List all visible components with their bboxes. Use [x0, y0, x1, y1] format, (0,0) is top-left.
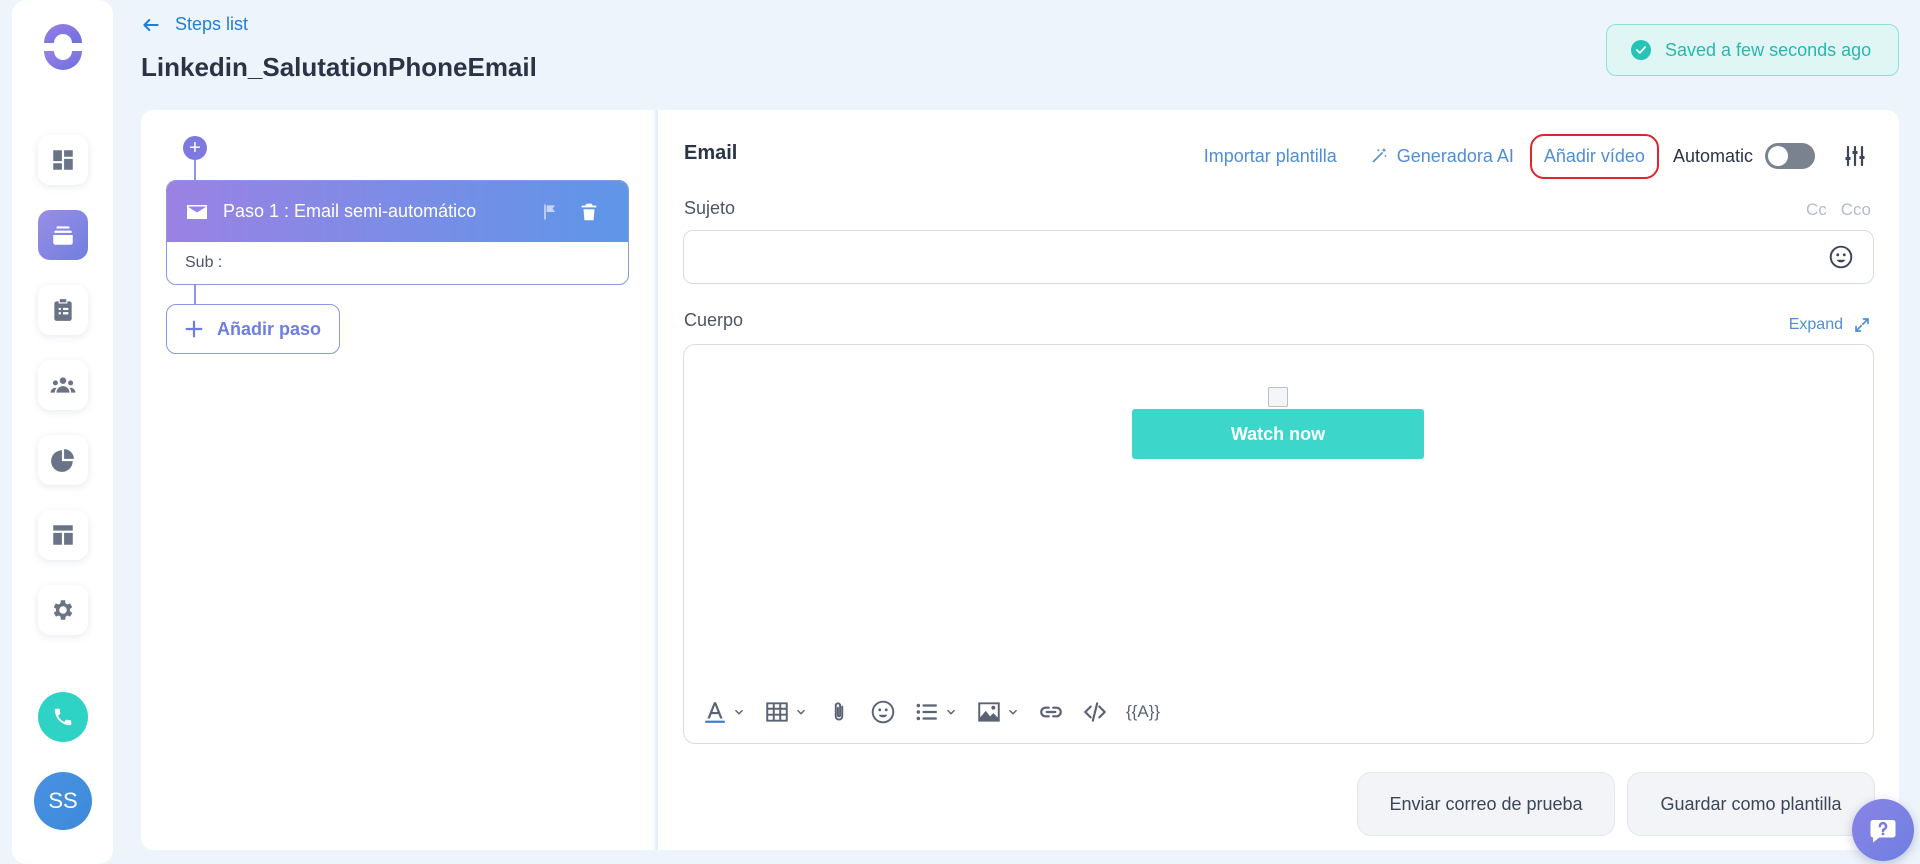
- import-template-link[interactable]: Importar plantilla: [1188, 146, 1353, 167]
- phone-button[interactable]: [38, 692, 88, 742]
- sidebar-item-tasks[interactable]: [38, 285, 88, 335]
- gear-icon: [53, 600, 73, 620]
- chevron-down-icon: [946, 709, 956, 715]
- expand-button[interactable]: Expand: [1789, 316, 1871, 334]
- text-color-icon: [705, 702, 725, 723]
- magic-wand-icon: [1372, 147, 1388, 163]
- back-link[interactable]: Steps list: [141, 14, 248, 35]
- tasks-icon: [54, 299, 72, 321]
- page-title: Linkedin_SalutationPhoneEmail: [141, 52, 537, 82]
- step-subject: Sub :: [185, 254, 223, 271]
- image-icon: [978, 702, 1000, 722]
- flag-icon[interactable]: [540, 202, 560, 222]
- emoji-icon[interactable]: [1828, 244, 1854, 270]
- expand-icon: [1855, 318, 1869, 332]
- templates-icon: [53, 525, 73, 545]
- link-tool[interactable]: [1034, 699, 1068, 725]
- plus-icon: [185, 320, 203, 338]
- automatic-label: Automatic: [1672, 145, 1753, 166]
- cc-links: Cc Cco: [1806, 200, 1871, 220]
- sidebar-item-dashboard[interactable]: [38, 135, 88, 185]
- steps-panel: + Paso 1 : Email semi-automático Sub : A…: [141, 110, 654, 850]
- automatic-toggle[interactable]: [1765, 143, 1815, 169]
- sidebar-item-settings[interactable]: [38, 585, 88, 635]
- watch-now-button[interactable]: Watch now: [1132, 409, 1424, 459]
- code-icon: [1084, 702, 1106, 722]
- expand-label: Expand: [1788, 316, 1843, 333]
- step-header: Paso 1 : Email semi-automático: [167, 181, 628, 242]
- sidebar-item-reports[interactable]: [38, 435, 88, 485]
- sidebar-item-sequences[interactable]: [38, 210, 88, 260]
- emoji-tool[interactable]: [866, 699, 900, 725]
- envelope-icon: [187, 204, 207, 219]
- chevron-down-icon: [1008, 709, 1018, 715]
- saved-status-badge: Saved a few seconds ago: [1606, 24, 1899, 76]
- step-card[interactable]: Paso 1 : Email semi-automático Sub :: [166, 180, 629, 285]
- help-chat-icon: [1870, 820, 1896, 843]
- app-logo[interactable]: [38, 22, 88, 72]
- saved-status-text: Saved a few seconds ago: [1665, 39, 1872, 60]
- reports-icon: [51, 449, 74, 472]
- body-editor[interactable]: Watch now {{A}}: [683, 344, 1874, 744]
- editor-formatting-toolbar: {{A}}: [698, 699, 1164, 725]
- cc-link[interactable]: Cc: [1806, 200, 1827, 220]
- trash-icon[interactable]: [578, 201, 600, 223]
- send-test-email-button[interactable]: Enviar correo de prueba: [1357, 772, 1615, 836]
- sliders-icon[interactable]: [1843, 144, 1867, 168]
- ai-generator-label: Generadora AI: [1396, 145, 1514, 166]
- insert-step-plus-icon[interactable]: +: [183, 136, 207, 160]
- phone-icon: [54, 708, 72, 726]
- add-step-label: Añadir paso: [217, 318, 322, 339]
- emoji-icon: [871, 700, 895, 724]
- check-circle-icon: [1631, 40, 1651, 60]
- list-icon: [916, 703, 937, 721]
- variable-tool[interactable]: {{A}}: [1122, 702, 1164, 722]
- save-as-template-button[interactable]: Guardar como plantilla: [1627, 772, 1875, 836]
- step-type-label: Email: [684, 142, 738, 164]
- step-connector: [194, 285, 196, 304]
- body-label: Cuerpo: [684, 310, 744, 330]
- text-color-tool[interactable]: [698, 699, 750, 725]
- table-icon: [766, 702, 788, 722]
- paperclip-icon: [834, 702, 844, 721]
- ai-generator-link[interactable]: Generadora AI: [1353, 146, 1530, 167]
- subject-label: Sujeto: [684, 198, 736, 218]
- arrow-left-icon: [143, 18, 159, 31]
- sidebar: SS: [12, 0, 113, 864]
- chevron-down-icon: [734, 709, 744, 715]
- editor-toolbar: Importar plantilla Generadora AI Añadir …: [1188, 132, 1867, 180]
- dashboard-icon: [53, 150, 73, 170]
- email-editor-panel: Email Importar plantilla Generadora AI A…: [656, 110, 1899, 850]
- step-connector: [194, 160, 196, 180]
- help-button[interactable]: [1852, 799, 1914, 861]
- subject-input[interactable]: [683, 230, 1874, 284]
- sequences-icon: [53, 226, 73, 245]
- list-tool[interactable]: [910, 699, 962, 725]
- avatar[interactable]: SS: [34, 772, 92, 830]
- add-video-link[interactable]: Añadir vídeo: [1529, 133, 1659, 179]
- sidebar-item-templates[interactable]: [38, 510, 88, 560]
- contacts-icon: [50, 377, 76, 393]
- code-tool[interactable]: [1078, 699, 1112, 725]
- attachment-tool[interactable]: [822, 699, 856, 725]
- back-link-label: Steps list: [175, 14, 249, 34]
- link-icon: [1040, 706, 1062, 718]
- add-step-button[interactable]: Añadir paso: [166, 304, 340, 354]
- table-tool[interactable]: [760, 699, 812, 725]
- sidebar-item-contacts[interactable]: [38, 360, 88, 410]
- chevron-down-icon: [796, 709, 806, 715]
- step-title: Paso 1 : Email semi-automático: [223, 201, 477, 221]
- toggle-knob: [1768, 146, 1788, 166]
- broken-image-icon: [1268, 387, 1288, 407]
- cco-link[interactable]: Cco: [1841, 200, 1871, 220]
- image-tool[interactable]: [972, 699, 1024, 725]
